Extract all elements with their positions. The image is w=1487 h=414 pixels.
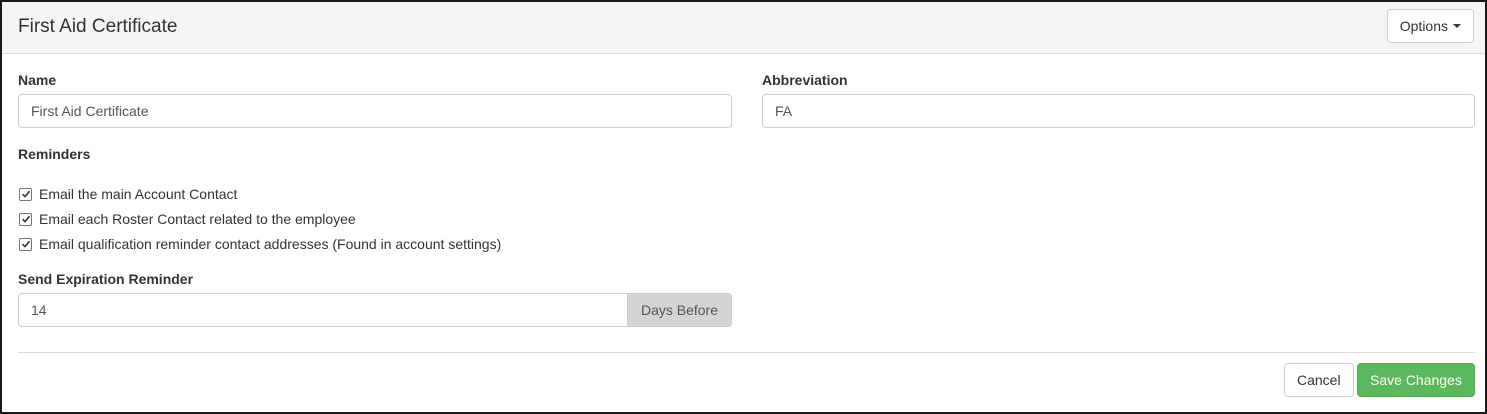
options-dropdown-button[interactable]: Options	[1386, 9, 1474, 43]
options-label: Options	[1399, 18, 1448, 34]
reminder-label: Email the main Account Contact	[39, 186, 238, 202]
qualification-contact-checkbox[interactable]	[19, 237, 32, 251]
name-label: Name	[18, 72, 57, 88]
abbreviation-label: Abbreviation	[762, 72, 848, 88]
checkmark-icon	[21, 190, 30, 198]
expiration-input-group: Days Before	[18, 293, 732, 327]
expiration-label: Send Expiration Reminder	[18, 271, 194, 287]
reminder-option: Email each Roster Contact related to the…	[19, 211, 356, 227]
reminder-option: Email the main Account Contact	[19, 186, 237, 202]
checkmark-icon	[21, 240, 30, 248]
reminder-option: Email qualification reminder contact add…	[19, 236, 501, 252]
name-input[interactable]	[18, 94, 732, 128]
footer-divider	[18, 352, 1475, 353]
reminder-label: Email qualification reminder contact add…	[39, 236, 502, 252]
save-changes-button[interactable]: Save Changes	[1357, 363, 1475, 397]
reminders-label: Reminders	[18, 146, 91, 162]
reminder-label: Email each Roster Contact related to the…	[39, 211, 356, 227]
abbreviation-input[interactable]	[762, 94, 1475, 128]
cancel-button[interactable]: Cancel	[1284, 363, 1354, 397]
roster-contact-checkbox[interactable]	[19, 212, 32, 226]
checkmark-icon	[21, 215, 30, 223]
days-before-addon: Days Before	[628, 293, 732, 327]
expiration-days-input[interactable]	[18, 293, 628, 327]
caret-down-icon	[1453, 24, 1461, 28]
certificate-panel: First Aid Certificate Options Name Abbre…	[0, 0, 1487, 414]
account-contact-checkbox[interactable]	[19, 187, 32, 201]
panel-heading: First Aid Certificate Options	[2, 2, 1485, 54]
page-title: First Aid Certificate	[18, 16, 178, 37]
